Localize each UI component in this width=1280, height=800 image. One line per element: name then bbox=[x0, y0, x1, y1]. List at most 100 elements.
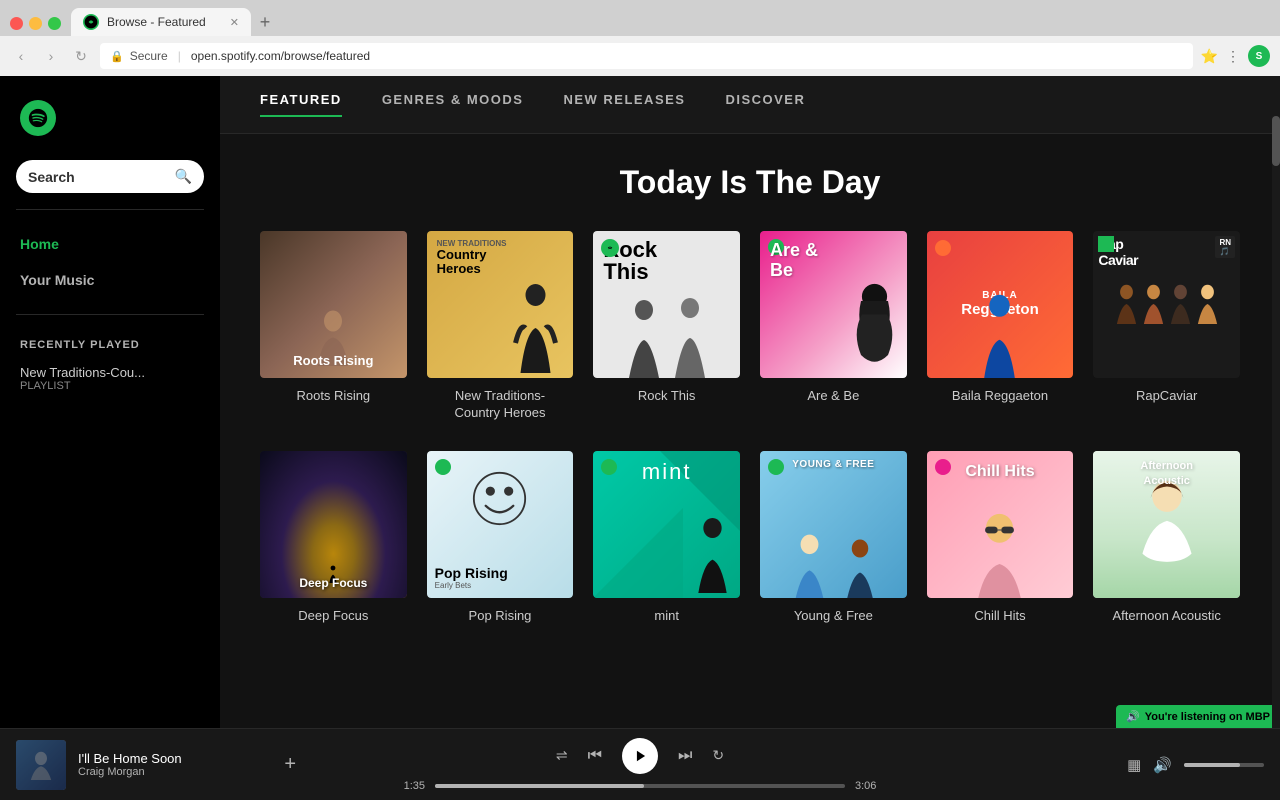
sidebar-item-your-music[interactable]: Your Music bbox=[0, 262, 220, 298]
volume-fill bbox=[1184, 763, 1240, 767]
playlist-card-country-heroes[interactable]: New Traditions CountryHeroes bbox=[427, 231, 574, 421]
queue-button[interactable]: ▦ bbox=[1127, 756, 1141, 774]
recent-item-title: New Traditions-Cou... bbox=[20, 365, 200, 380]
are-be-title: Are & Be bbox=[760, 388, 907, 405]
search-label: Search bbox=[28, 169, 167, 185]
playlist-card-afternoon-acoustic[interactable]: AfternoonAcoustic Afternoon Acoustic bbox=[1093, 451, 1240, 625]
afternoon-acoustic-title: Afternoon Acoustic bbox=[1093, 608, 1240, 625]
chill-hits-title: Chill Hits bbox=[927, 608, 1074, 625]
now-playing-banner: 🔊 You're listening on MBP bbox=[1116, 705, 1280, 728]
repeat-button[interactable]: ↻ bbox=[712, 747, 724, 764]
address-text: open.spotify.com/browse/featured bbox=[191, 49, 370, 63]
playlist-card-young-free[interactable]: YOUNG & FREE bbox=[760, 451, 907, 625]
main-area: FEATURED GENRES & MOODS NEW RELEASES DIS… bbox=[220, 76, 1280, 800]
spotify-logo bbox=[20, 100, 56, 136]
new-tab-button[interactable]: + bbox=[251, 8, 279, 36]
nav-forward-button[interactable]: › bbox=[40, 45, 62, 67]
browser-menu-icon[interactable]: ⋮ bbox=[1226, 48, 1240, 65]
playlists-row-1: Roots Rising Roots Rising New Traditions bbox=[260, 231, 1240, 421]
scrollbar-track[interactable] bbox=[1272, 116, 1280, 728]
rock-this-title: Rock This bbox=[593, 388, 740, 405]
playlist-card-pop-rising[interactable]: Pop Rising Early Bets Pop Rising bbox=[427, 451, 574, 625]
player-track-section: I'll Be Home Soon Craig Morgan + bbox=[16, 740, 296, 790]
total-time: 3:06 bbox=[855, 780, 890, 792]
now-playing-text: You're listening on MBP bbox=[1145, 711, 1270, 723]
playlist-card-roots-rising[interactable]: Roots Rising Roots Rising bbox=[260, 231, 407, 421]
young-free-title: Young & Free bbox=[760, 608, 907, 625]
next-button[interactable]: ⏭ bbox=[678, 747, 692, 765]
nav-back-button[interactable]: ‹ bbox=[10, 45, 32, 67]
player-track-name: I'll Be Home Soon bbox=[78, 751, 272, 766]
player-controls: ⇌ ⏮ ⏭ ↻ 1:35 3:06 bbox=[296, 738, 984, 792]
roots-rising-title: Roots Rising bbox=[260, 388, 407, 405]
scrollbar-thumb[interactable] bbox=[1272, 116, 1280, 166]
player-add-button[interactable]: + bbox=[284, 753, 296, 776]
user-profile-icon[interactable]: S bbox=[1248, 45, 1270, 67]
progress-track[interactable] bbox=[435, 784, 845, 788]
rapcaviar-title: RapCaviar bbox=[1093, 388, 1240, 405]
sidebar-logo bbox=[0, 76, 220, 152]
address-bar[interactable]: 🔒 Secure | open.spotify.com/browse/featu… bbox=[100, 43, 1193, 69]
tab-title: Browse - Featured bbox=[107, 15, 222, 29]
secure-icon: 🔒 bbox=[110, 50, 124, 63]
mint-title: mint bbox=[593, 608, 740, 625]
close-btn[interactable] bbox=[10, 17, 23, 30]
play-pause-button[interactable] bbox=[622, 738, 658, 774]
main-content: Today Is The Day bbox=[220, 134, 1280, 800]
now-playing-icon: 🔊 bbox=[1126, 710, 1140, 723]
sidebar-recent-item[interactable]: New Traditions-Cou... PLAYLIST bbox=[0, 359, 220, 398]
playlist-card-deep-focus[interactable]: Deep Focus Deep Focus bbox=[260, 451, 407, 625]
player-extra-controls: ▦ 🔊 bbox=[984, 756, 1264, 774]
sidebar-item-home[interactable]: Home bbox=[0, 226, 220, 262]
player-buttons: ⇌ ⏮ ⏭ ↻ bbox=[556, 738, 724, 774]
sidebar: Search 🔍 Home Your Music RECENTLY PLAYED… bbox=[0, 76, 220, 800]
volume-button[interactable]: 🔊 bbox=[1153, 756, 1172, 774]
nav-refresh-button[interactable]: ↻ bbox=[70, 45, 92, 67]
traffic-lights bbox=[10, 17, 61, 36]
player-track-artist: Craig Morgan bbox=[78, 766, 272, 778]
sidebar-divider bbox=[16, 209, 204, 210]
volume-slider[interactable] bbox=[1184, 763, 1264, 767]
pop-rising-title: Pop Rising bbox=[427, 608, 574, 625]
recent-item-type: PLAYLIST bbox=[20, 380, 200, 392]
playlist-card-baila-reggaeton[interactable]: Baila Reggaeton bbox=[927, 231, 1074, 421]
baila-reggaeton-title: Baila Reggaeton bbox=[927, 388, 1074, 405]
browser-tabs-bar: Browse - Featured ✕ + bbox=[0, 0, 1280, 36]
playlist-card-mint[interactable]: mint mint bbox=[593, 451, 740, 625]
previous-button[interactable]: ⏮ bbox=[588, 747, 602, 765]
tab-featured[interactable]: FEATURED bbox=[260, 92, 342, 117]
main-nav: FEATURED GENRES & MOODS NEW RELEASES DIS… bbox=[220, 76, 1280, 134]
page-title: Today Is The Day bbox=[260, 164, 1240, 201]
address-separator: | bbox=[178, 49, 181, 63]
current-time: 1:35 bbox=[390, 780, 425, 792]
album-art bbox=[16, 740, 66, 790]
search-icon: 🔍 bbox=[175, 168, 192, 185]
secure-label: Secure bbox=[130, 49, 168, 63]
bookmarks-icon[interactable]: ⭐ bbox=[1201, 48, 1218, 65]
minimize-btn[interactable] bbox=[29, 17, 42, 30]
sidebar-divider-2 bbox=[16, 314, 204, 315]
playlist-card-rock-this[interactable]: RockThis bbox=[593, 231, 740, 421]
player-track-info: I'll Be Home Soon Craig Morgan bbox=[78, 751, 272, 778]
country-heroes-title: New Traditions-Country Heroes bbox=[427, 388, 574, 422]
browser-tab-active[interactable]: Browse - Featured ✕ bbox=[71, 8, 251, 36]
sidebar-spacer bbox=[0, 398, 220, 730]
shuffle-button[interactable]: ⇌ bbox=[556, 747, 568, 764]
tab-new-releases[interactable]: NEW RELEASES bbox=[563, 92, 685, 117]
playlist-card-rapcaviar[interactable]: RapCaviar RN🎵 RapCaviar bbox=[1093, 231, 1240, 421]
browser-chrome: Browse - Featured ✕ + ‹ › ↻ 🔒 Secure | o… bbox=[0, 0, 1280, 76]
playlist-card-are-be[interactable]: Are &Be bbox=[760, 231, 907, 421]
playlists-row-2: Deep Focus Deep Focus bbox=[260, 451, 1240, 625]
sidebar-search[interactable]: Search 🔍 bbox=[0, 152, 220, 201]
playlist-card-chill-hits[interactable]: Chill Hits bbox=[927, 451, 1074, 625]
player-progress-bar: 1:35 3:06 bbox=[390, 780, 890, 792]
maximize-btn[interactable] bbox=[48, 17, 61, 30]
recently-played-label: RECENTLY PLAYED bbox=[0, 323, 220, 359]
tab-discover[interactable]: DISCOVER bbox=[725, 92, 805, 117]
sidebar-nav: Home Your Music bbox=[0, 218, 220, 306]
tab-close-icon[interactable]: ✕ bbox=[230, 16, 239, 29]
progress-fill bbox=[435, 784, 644, 788]
tab-genres-moods[interactable]: GENRES & MOODS bbox=[382, 92, 524, 117]
browser-address-bar-row: ‹ › ↻ 🔒 Secure | open.spotify.com/browse… bbox=[0, 36, 1280, 76]
tab-favicon bbox=[83, 14, 99, 30]
